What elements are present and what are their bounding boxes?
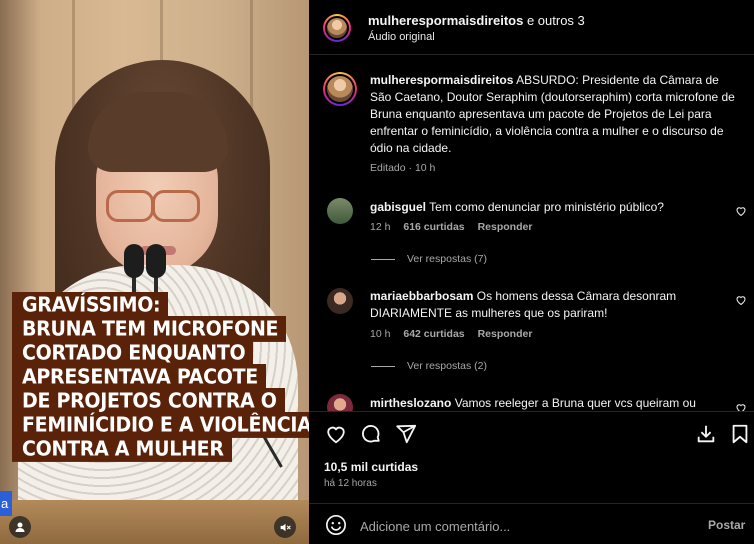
divider [309,503,754,504]
avatar-image [327,18,347,38]
comment-text: Tem como denunciar pro ministério públic… [429,200,664,214]
caption-author-avatar[interactable] [327,76,353,102]
user-icon [15,522,25,532]
glasses-left-lens [106,190,154,222]
bookmark-icon [732,424,748,444]
reply-button[interactable]: Responder [478,328,533,340]
comment-button[interactable] [358,421,384,447]
post-timestamp[interactable]: há 12 horas [324,478,377,489]
comments-scroll-area[interactable]: mulherespormaisdireitos ABSURDO: Preside… [309,55,754,411]
comment-text-block: mariaebbarbosam Os homens dessa Câmara d… [370,288,720,322]
avatar-image [327,198,353,224]
caption-line: FEMINÍCIDIO E A VIOLÊNCIA [12,412,309,438]
tagged-users-button[interactable] [9,516,31,538]
comment-likes[interactable]: 616 curtidas [403,221,464,233]
media-corner-tag: a [0,491,12,516]
avatar-image [327,394,353,411]
comment-input[interactable] [360,516,680,536]
like-button[interactable] [323,421,349,447]
save-button[interactable] [693,421,719,447]
divider [309,411,754,412]
view-replies-label[interactable]: Ver respostas (2) [407,360,487,372]
caption-line: BRUNA TEM MICROFONE [12,316,287,342]
author-username[interactable]: mulherespormaisdireitos [368,13,523,28]
comment-username[interactable]: mariaebbarbosam [370,289,473,303]
comment-username[interactable]: mirtheslozano [370,396,451,410]
post-details-panel: mulherespormaisdireitos e outros 3 Áudio… [309,0,754,544]
emoji-icon[interactable] [325,514,347,536]
view-replies-button[interactable]: Ver respostas (7) [371,253,487,265]
glasses-right-lens [152,190,200,222]
comment-text: Vamos reeleger a Bruna quer vcs queiram … [454,396,696,410]
likes-count[interactable]: 10,5 mil curtidas [324,460,418,474]
caption-username[interactable]: mulherespormaisdireitos [370,73,513,87]
muted-speaker-icon [280,523,291,531]
caption-line: CORTADO ENQUANTO [12,340,254,366]
author-avatar[interactable] [327,18,347,38]
mute-toggle-button[interactable] [274,516,296,538]
like-comment-heart-icon[interactable] [735,294,747,306]
replies-line [371,258,395,260]
post-caption: mulherespormaisdireitos ABSURDO: Preside… [370,72,740,157]
post-viewer: GRAVÍSSIMO: BRUNA TEM MICROFONE CORTADO … [0,0,754,544]
comment-likes[interactable]: 642 curtidas [403,328,464,340]
comment-text-block: gabisguel Tem como denunciar pro ministé… [370,199,720,216]
comment-meta: 10 h 642 curtidas Responder [370,328,532,340]
comment-time: 10 h [370,328,391,340]
view-replies-button[interactable]: Ver respostas (2) [371,360,487,372]
comment-icon [362,425,380,443]
reply-button[interactable]: Responder [478,221,533,233]
comment-text-block: mirtheslozano Vamos reeleger a Bruna que… [370,395,720,411]
post-video[interactable]: GRAVÍSSIMO: BRUNA TEM MICROFONE CORTADO … [0,0,309,544]
caption-line: DE PROJETOS CONTRA O [12,388,285,414]
audio-label[interactable]: Áudio original [368,31,435,43]
microphone [124,244,144,278]
commenter-avatar[interactable] [327,394,353,411]
post-comment-button[interactable]: Postar [708,518,745,532]
avatar-image [327,76,353,102]
share-button[interactable] [393,421,419,447]
commenter-avatar[interactable] [327,198,353,224]
like-comment-heart-icon[interactable] [735,205,747,217]
commenter-avatar[interactable] [327,288,353,314]
bookmark-button[interactable] [727,421,753,447]
caption-line: APRESENTAVA PACOTE [12,364,266,390]
like-comment-heart-icon[interactable] [735,402,747,411]
avatar-image [327,288,353,314]
replies-line [371,365,395,367]
share-icon [396,424,417,444]
comment-username[interactable]: gabisguel [370,200,426,214]
microphone [146,244,166,278]
comment-time: 12 h [370,221,391,233]
view-replies-label[interactable]: Ver respostas (7) [407,253,487,265]
caption-meta: Editado · 10 h [370,162,436,174]
heart-icon [327,426,345,444]
caption-line: GRAVÍSSIMO: [12,292,169,318]
co-authors-label[interactable]: e outros 3 [527,13,585,28]
post-authors[interactable]: mulherespormaisdireitos e outros 3 [368,13,585,28]
comment-meta: 12 h 616 curtidas Responder [370,221,532,233]
speaker-bangs [88,92,228,172]
caption-line: CONTRA A MULHER [12,436,232,462]
podium [0,500,309,544]
download-icon [697,425,715,443]
video-caption-overlay: GRAVÍSSIMO: BRUNA TEM MICROFONE CORTADO … [12,292,309,462]
